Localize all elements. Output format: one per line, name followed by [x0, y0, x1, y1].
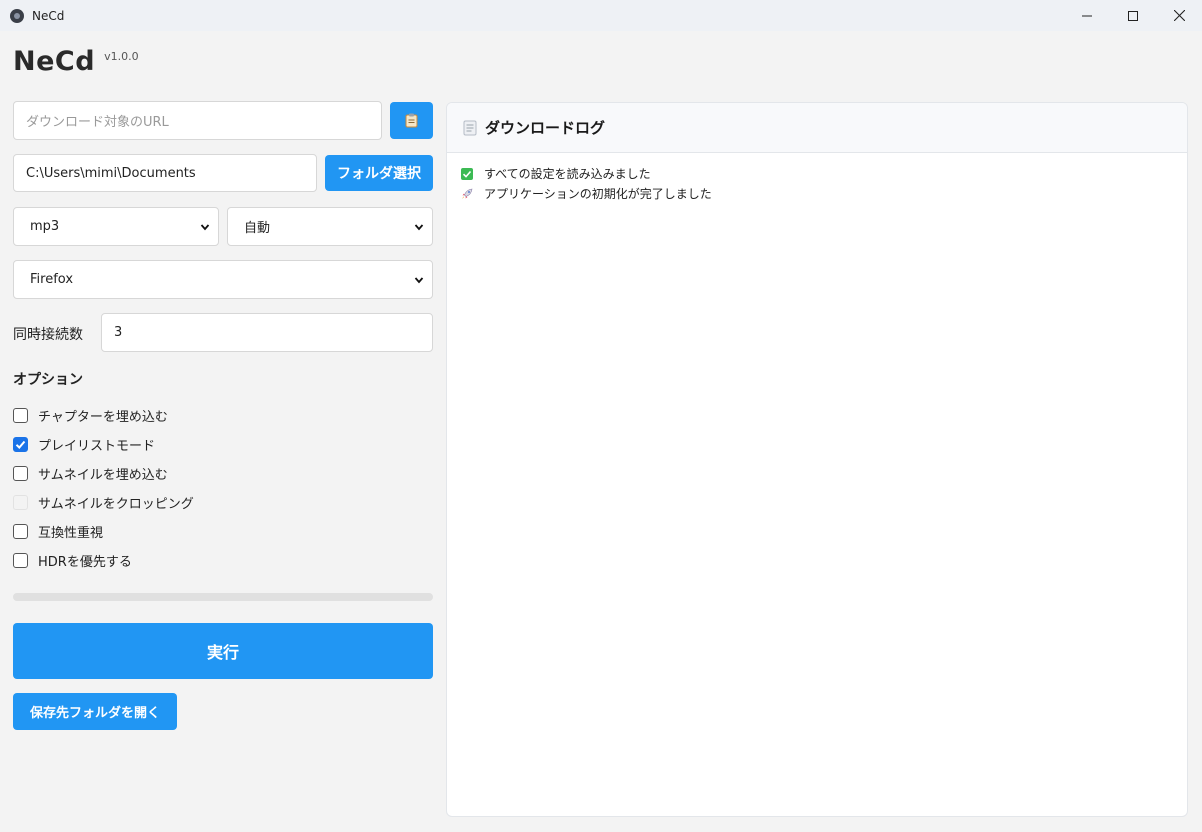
maximize-button[interactable]: [1110, 0, 1156, 31]
chevron-down-icon: [414, 223, 424, 230]
option-label: プレイリストモード: [38, 438, 156, 454]
progress-bar: [13, 593, 433, 601]
browser-select[interactable]: Firefox: [13, 260, 433, 299]
app-version: v1.0.0: [104, 50, 139, 63]
connections-input[interactable]: 3: [101, 313, 433, 352]
log-entry: アプリケーションの初期化が完了しました: [461, 185, 712, 202]
option-embed-chapters[interactable]: チャプターを埋め込む: [13, 406, 168, 425]
option-compatibility[interactable]: 互換性重視: [13, 522, 104, 541]
folder-select-label: フォルダ選択: [337, 166, 421, 182]
option-label: 互換性重視: [38, 525, 104, 541]
app-icon: [10, 8, 24, 23]
log-entry: すべての設定を読み込みました: [461, 165, 651, 182]
option-label: チャプターを埋め込む: [38, 409, 168, 425]
log-entry-text: アプリケーションの初期化が完了しました: [484, 187, 712, 201]
window-controls: [1064, 0, 1202, 31]
maximize-icon: [1128, 10, 1138, 21]
chevron-down-icon: [200, 223, 210, 230]
format-select-value: mp3: [30, 219, 60, 234]
run-label: 実行: [206, 643, 239, 662]
clipboard-icon: [405, 113, 418, 128]
connections-value: 3: [114, 325, 123, 340]
document-icon: [463, 120, 477, 135]
window-title: NeCd: [32, 8, 65, 23]
url-input[interactable]: ダウンロード対象のURL: [13, 101, 382, 140]
log-entry-text: すべての設定を読み込みました: [484, 167, 651, 181]
checkbox[interactable]: [13, 465, 28, 481]
option-label: サムネイルをクロッピング: [38, 496, 194, 512]
checkbox-checked[interactable]: [13, 436, 28, 452]
checkbox-disabled: [13, 494, 28, 510]
quality-select-value: 自動: [244, 221, 271, 236]
checkbox[interactable]: [13, 552, 28, 568]
paste-url-button[interactable]: [390, 102, 433, 139]
check-mark-icon: [461, 167, 473, 180]
option-crop-thumbnail: サムネイルをクロッピング: [13, 493, 194, 512]
checkbox[interactable]: [13, 407, 28, 423]
rocket-icon: [461, 188, 473, 200]
close-button[interactable]: [1156, 0, 1202, 31]
close-icon: [1173, 10, 1185, 21]
option-playlist-mode[interactable]: プレイリストモード: [13, 435, 156, 454]
app-name: NeCd: [13, 46, 96, 77]
title-bar: NeCd: [0, 0, 1202, 31]
folder-path-value: C:\Users\mimi\Documents: [26, 165, 196, 181]
chevron-down-icon: [414, 276, 424, 283]
folder-select-button[interactable]: フォルダ選択: [325, 155, 433, 191]
log-panel: ダウンロードログ すべての設定を読み込みました アプリケーションの初期化が完了し…: [446, 102, 1188, 817]
option-embed-thumbnail[interactable]: サムネイルを埋め込む: [13, 464, 168, 483]
app-header: NeCd v1.0.0: [13, 46, 139, 77]
format-select[interactable]: mp3: [13, 207, 219, 246]
quality-select[interactable]: 自動: [227, 207, 433, 246]
checkbox[interactable]: [13, 523, 28, 539]
run-button[interactable]: 実行: [13, 623, 433, 679]
open-folder-button[interactable]: 保存先フォルダを開く: [13, 693, 177, 730]
minimize-button[interactable]: [1064, 0, 1110, 31]
minimize-icon: [1082, 15, 1092, 16]
log-header: ダウンロードログ: [447, 103, 1187, 153]
check-icon: [15, 440, 26, 449]
open-folder-label: 保存先フォルダを開く: [29, 706, 160, 721]
url-input-placeholder: ダウンロード対象のURL: [26, 115, 169, 130]
browser-select-value: Firefox: [30, 272, 74, 287]
folder-path-input[interactable]: C:\Users\mimi\Documents: [13, 154, 317, 192]
option-label: サムネイルを埋め込む: [38, 467, 168, 483]
options-title: オプション: [13, 372, 83, 388]
option-label: HDRを優先する: [38, 554, 132, 570]
option-prefer-hdr[interactable]: HDRを優先する: [13, 551, 132, 570]
log-title: ダウンロードログ: [485, 119, 606, 137]
connections-label: 同時接続数: [13, 327, 83, 343]
